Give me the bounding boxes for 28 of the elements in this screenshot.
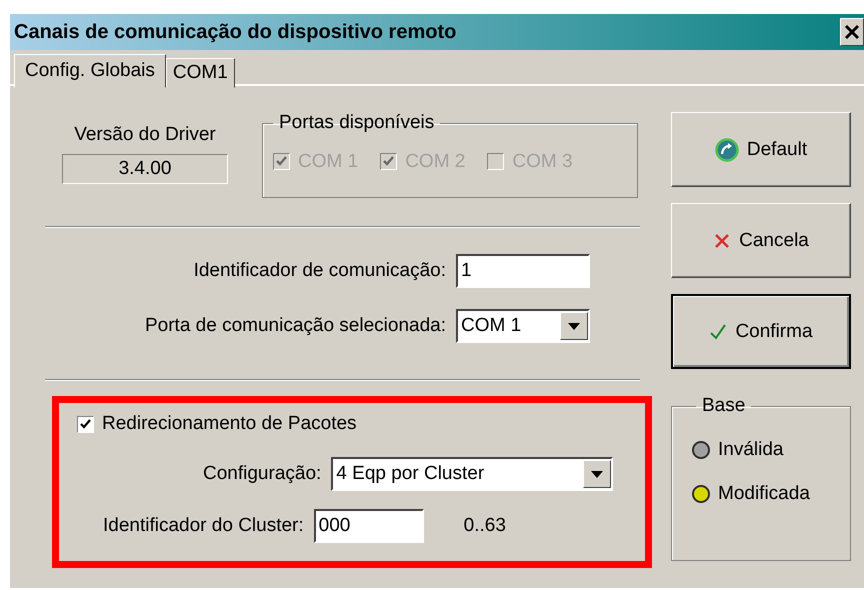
window-title: Canais de comunicação do dispositivo remoto — [14, 20, 456, 44]
dropdown[interactable]: 4 Eqp por Cluster — [331, 457, 614, 491]
driver-version-label: Versão do Driver — [74, 124, 216, 146]
tab[interactable]: Config. Globais — [14, 54, 166, 88]
close-button[interactable] — [840, 18, 864, 46]
default-button[interactable]: Default — [671, 112, 851, 187]
refresh-icon — [714, 138, 739, 162]
tab[interactable]: COM1 — [166, 58, 235, 88]
group-title: Base — [701, 395, 746, 417]
cross-icon — [713, 232, 732, 250]
driver-version-field: 3.4.00 — [62, 154, 228, 184]
field-label: Porta de comunicação selecionada: — [144, 315, 446, 337]
group-title: Portas disponíveis — [278, 112, 436, 134]
field-label: Identificador do Cluster: — [103, 515, 304, 537]
checkbox-label: Redirecionamento de Pacotes — [102, 413, 357, 435]
field-label: Identificador de comunicação: — [194, 260, 446, 282]
cancel-button[interactable]: Cancela — [671, 203, 851, 278]
range-hint: 0..63 — [464, 515, 506, 537]
close-icon — [843, 23, 861, 41]
checkbox[interactable] — [77, 416, 94, 432]
confirm-button[interactable]: Confirma — [671, 294, 851, 369]
input-field[interactable]: 1 — [456, 254, 590, 288]
field-label: Configuração: — [203, 463, 322, 485]
dropdown[interactable]: COM 1 — [456, 309, 590, 343]
check-icon — [709, 322, 728, 340]
indicator-label: Modificada — [718, 483, 810, 505]
input-field[interactable]: 000 — [314, 509, 424, 543]
indicator-label: Inválida — [718, 439, 784, 461]
